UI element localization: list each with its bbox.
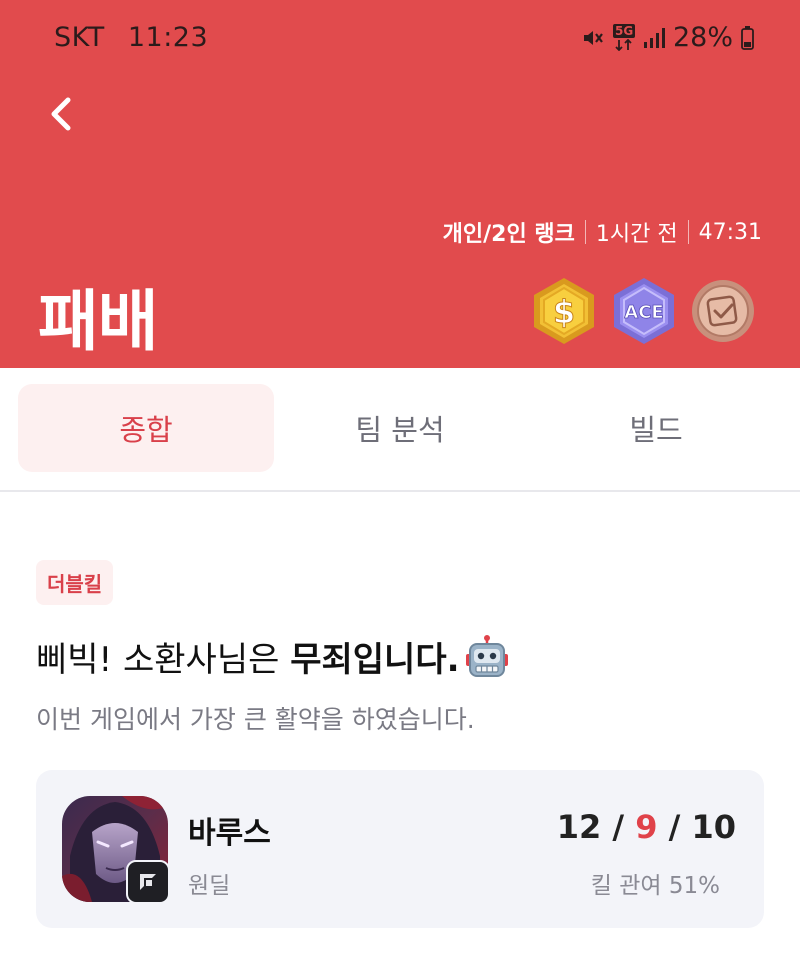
tab-team-analysis[interactable]: 팀 분석 [272, 384, 528, 472]
deaths: 9 [635, 808, 658, 846]
time-ago: 1시간 전 [595, 222, 678, 247]
tab-bar: 종합 팀 분석 빌드 [0, 368, 800, 492]
game-result-title: 패배 [38, 283, 158, 360]
game-meta: 개인/2인 랭크 1시간 전 47:31 [443, 216, 762, 248]
battery-icon [741, 25, 754, 50]
chevron-left-icon [51, 97, 71, 131]
kda-separator: / [601, 808, 636, 846]
role-adc-icon [126, 860, 170, 904]
game-duration: 47:31 [698, 219, 762, 245]
battery-percent: 28% [672, 22, 733, 53]
robot-icon [465, 634, 508, 677]
divider [687, 220, 689, 244]
gold-coin-icon[interactable]: $ [531, 276, 597, 346]
tab-build[interactable]: 빌드 [528, 384, 784, 472]
svg-text:ACE: ACE [624, 302, 663, 323]
back-button[interactable] [40, 90, 84, 138]
assists: 10 [691, 808, 736, 846]
kda-separator: / [657, 808, 692, 846]
highlight-tag: 더블킬 [36, 560, 114, 605]
game-result-header: SKT 11:23 5G 28% 개인/2인 랭크 1시간 전 47:31 패배… [0, 0, 800, 368]
queue-type: 개인/2인 랭크 [442, 222, 575, 247]
kills: 12 [556, 808, 602, 846]
clock: 11:23 [127, 22, 209, 53]
champion-role: 원딜 [188, 873, 231, 899]
kill-participation: 킬 관여 51% [590, 873, 720, 899]
headline-prefix: 삐빅! 소환사님은 [36, 640, 291, 680]
status-right: 5G 28% [581, 22, 754, 53]
carrier: SKT [54, 22, 105, 53]
summary-subtext: 이번 게임에서 가장 큰 활약을 하였습니다. [36, 705, 475, 734]
champion-name: 바루스 [188, 816, 271, 851]
divider [584, 220, 586, 244]
status-bar: SKT 11:23 5G 28% [0, 0, 800, 78]
svg-text:$: $ [553, 293, 575, 331]
tab-overview[interactable]: 종합 [18, 384, 274, 472]
network-5g-icon: 5G [612, 23, 636, 52]
ace-icon[interactable]: ACE [611, 276, 677, 346]
mute-icon [583, 30, 603, 45]
kda: 12 / 9 / 10 [557, 808, 736, 846]
summary-headline: 삐빅! 소환사님은 무죄입니다. [36, 632, 510, 681]
bronze-badge-icon[interactable] [690, 276, 756, 346]
status-left: SKT 11:23 [54, 22, 208, 53]
champion-card[interactable]: 바루스 원딜 12 / 9 / 10 킬 관여 51% [36, 770, 764, 928]
signal-icon [643, 27, 665, 48]
headline-bold: 무죄입니다. [290, 640, 460, 680]
